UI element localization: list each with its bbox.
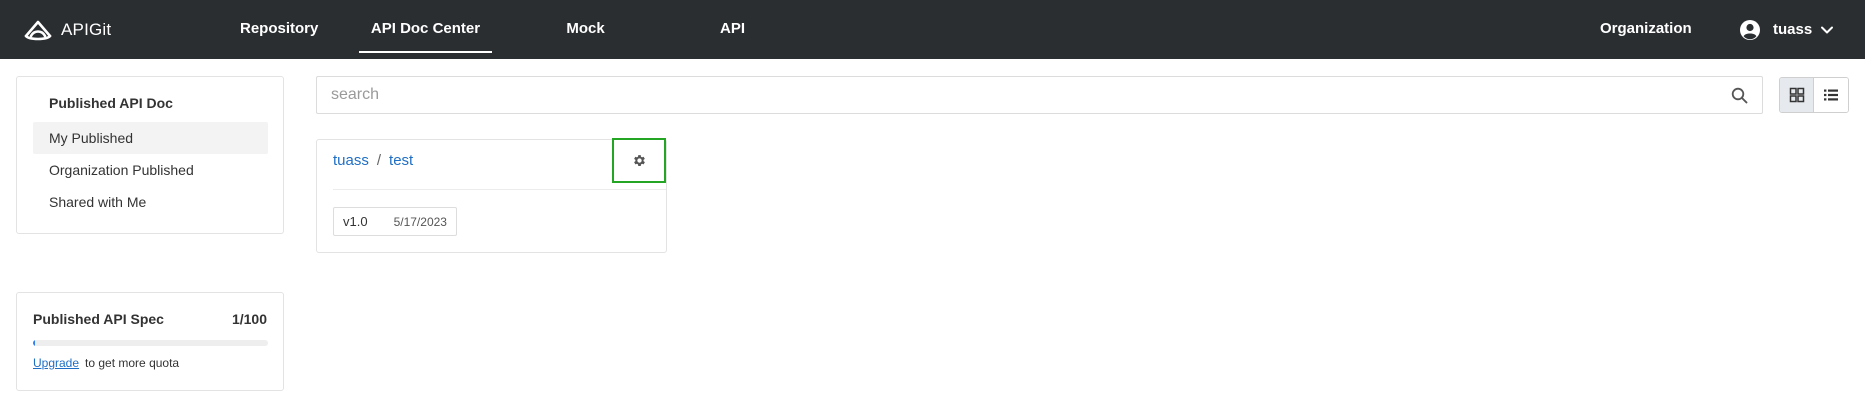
user-avatar-icon (1740, 19, 1760, 40)
gear-icon (633, 155, 645, 166)
sidebar-item-organization-published[interactable]: Organization Published (33, 154, 268, 186)
doc-repo-link[interactable]: test (389, 152, 413, 169)
version-chip[interactable]: v1.0 5/17/2023 (333, 207, 457, 236)
version-label: v1.0 (343, 214, 368, 229)
list-view-button[interactable] (1814, 78, 1848, 112)
view-toggle (1779, 77, 1849, 113)
list-view-icon (1824, 89, 1838, 101)
nav-mock-servers[interactable]: Mock Servers (540, 0, 631, 95)
chevron-down-icon (1821, 26, 1834, 33)
version-date: 5/17/2023 (393, 214, 447, 229)
quota-title: Published API Spec (33, 311, 164, 327)
doc-owner-link[interactable]: tuass (333, 152, 369, 169)
sidebar-item-my-published[interactable]: My Published (33, 122, 268, 154)
search-box (316, 76, 1763, 114)
grid-view-icon (1789, 87, 1804, 103)
published-api-doc-panel: Published API Doc My Published Organizat… (16, 76, 284, 234)
quota-count: 1/100 (231, 311, 267, 327)
quota-progress-fill (33, 340, 36, 346)
sidebar-item-shared-with-me[interactable]: Shared with Me (33, 186, 268, 218)
search-icon[interactable] (1731, 87, 1748, 104)
organization-link[interactable]: Organization (1600, 0, 1692, 59)
search-input[interactable] (329, 77, 1709, 113)
doc-settings-button[interactable] (612, 138, 666, 183)
grid-view-button[interactable] (1780, 78, 1815, 112)
nav-api-testing[interactable]: API Testing (694, 0, 771, 95)
user-menu[interactable]: tuass (1739, 0, 1834, 59)
published-api-spec-quota: Published API Spec 1/100 Upgrade to get m… (16, 292, 284, 391)
doc-path-separator: / (376, 152, 382, 169)
doc-breadcrumb: tuass / test (333, 152, 413, 169)
quota-note-text: to get more quota (85, 356, 180, 370)
brand-name: APIGit (61, 20, 112, 39)
quota-progress-bar (33, 340, 268, 346)
upgrade-link[interactable]: Upgrade (33, 356, 79, 370)
top-navigation-bar: APIGit Repository API Doc Center Mock Se… (0, 0, 1865, 95)
apigit-logo-icon (24, 20, 52, 41)
brand[interactable]: APIGit (23, 17, 111, 43)
api-doc-card: tuass / test v1.0 5/17/2023 (316, 138, 667, 253)
nav-repository[interactable]: Repository (240, 0, 318, 59)
doc-card-divider (333, 189, 666, 190)
user-name: tuass (1773, 21, 1813, 38)
quota-note: Upgrade to get more quota (33, 356, 179, 370)
panel-title: Published API Doc (49, 95, 173, 111)
nav-api-doc-center[interactable]: API Doc Center (359, 0, 492, 59)
